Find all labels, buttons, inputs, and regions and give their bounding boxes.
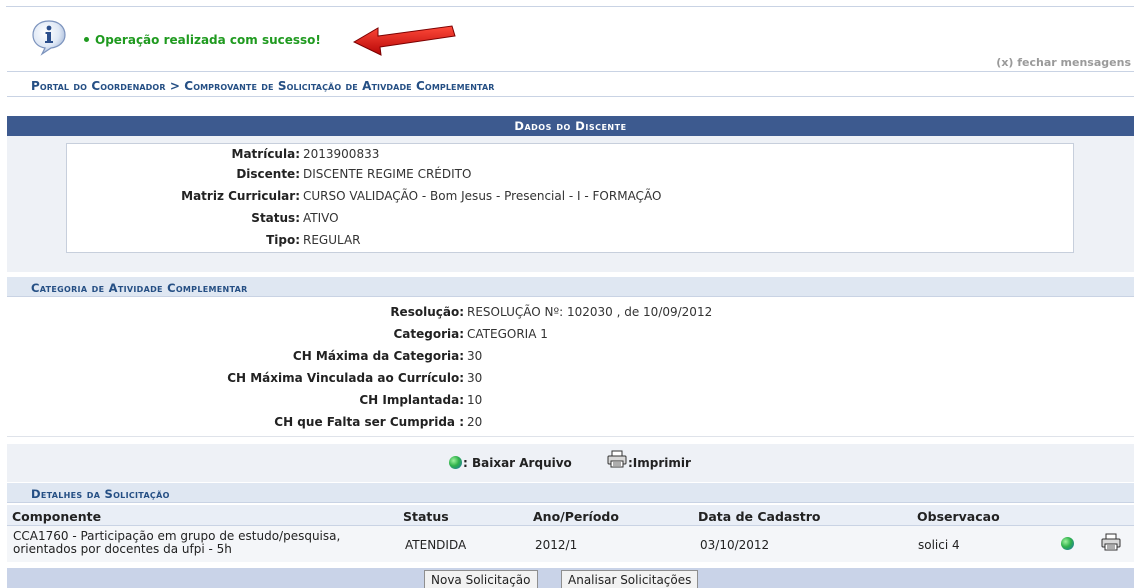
analisar-solicitacoes-button[interactable]: Analisar Solicitações	[561, 570, 699, 588]
table-row: CCA1760 - Participação em grupo de estud…	[7, 526, 1134, 562]
cell-status: ATENDIDA	[405, 538, 467, 552]
field-label: Discente:	[236, 167, 300, 181]
cell-componente-line2: orientados por docentes da ufpi - 5h	[13, 542, 232, 556]
info-icon	[32, 20, 66, 56]
print-row-icon[interactable]	[1100, 533, 1122, 551]
field-label: Matriz Curricular:	[181, 189, 300, 203]
field-categoria: Categoria: CATEGORIA 1	[7, 327, 1134, 343]
field-label: CH que Falta ser Cumprida :	[274, 415, 464, 429]
col-data-cadastro: Data de Cadastro	[698, 509, 821, 524]
field-label: CH Máxima Vinculada ao Currículo:	[227, 371, 464, 385]
discente-info-box: Matrícula: 2013900833 Discente: DISCENTE…	[66, 143, 1074, 253]
field-value: 10	[467, 393, 483, 407]
field-discente: Discente: DISCENTE REGIME CRÉDITO	[67, 167, 1075, 183]
field-value: RESOLUÇÃO Nº: 102030 , de 10/09/2012	[467, 305, 713, 319]
nova-solicitacao-button[interactable]: Nova Solicitação	[424, 570, 538, 588]
field-ch-maxima-vinculada: CH Máxima Vinculada ao Currículo: 30	[7, 371, 1134, 387]
col-observacao: Observacao	[917, 509, 1000, 524]
field-matriz-curricular: Matriz Curricular: CURSO VALIDAÇÃO - Bom…	[67, 189, 1075, 205]
breadcrumb: Portal do Coordenador > Comprovante de S…	[7, 71, 1134, 97]
message-area: Operação realizada com sucesso! (x) fech…	[0, 0, 1134, 70]
cell-componente: CCA1760 - Participação em grupo de estud…	[13, 530, 340, 556]
field-value: CURSO VALIDAÇÃO - Bom Jesus - Presencial…	[303, 189, 662, 203]
field-value: 2013900833	[303, 147, 380, 161]
printer-icon	[607, 450, 627, 468]
success-message-text: Operação realizada com sucesso!	[95, 33, 321, 47]
field-value: DISCENTE REGIME CRÉDITO	[303, 167, 472, 181]
field-ch-implantada: CH Implantada: 10	[7, 393, 1134, 409]
cell-ano-periodo: 2012/1	[535, 538, 578, 552]
legend-download-label: : Baixar Arquivo	[463, 456, 572, 470]
field-value: REGULAR	[303, 233, 361, 247]
field-value: 30	[467, 371, 483, 385]
detalhes-title: Detalhes da Solicitação	[31, 487, 170, 501]
red-arrow-icon	[352, 25, 456, 56]
field-label: Matrícula:	[231, 147, 300, 161]
field-resolucao: Resolução: RESOLUÇÃO Nº: 102030 , de 10/…	[7, 305, 1134, 321]
field-label: Status:	[251, 211, 300, 225]
bullet-icon	[84, 37, 89, 42]
top-divider	[6, 6, 1134, 7]
categoria-header: Categoria de Atividade Complementar	[7, 277, 1134, 297]
field-label: CH Máxima da Categoria:	[292, 349, 464, 363]
dados-discente-header: Dados do Discente	[7, 116, 1134, 136]
field-label: Categoria:	[393, 327, 464, 341]
success-message: Operação realizada com sucesso!	[84, 33, 321, 47]
table-header: Componente Status Ano/Período Data de Ca…	[7, 505, 1134, 526]
legend-print-label: :Imprimir	[628, 456, 691, 470]
field-label: Resolução:	[390, 305, 464, 319]
breadcrumb-text: Portal do Coordenador > Comprovante de S…	[31, 79, 495, 93]
field-ch-falta: CH que Falta ser Cumprida : 20	[7, 415, 1134, 431]
field-value: 30	[467, 349, 483, 363]
field-matricula: Matrícula: 2013900833	[67, 147, 1075, 163]
cell-data-cadastro: 03/10/2012	[700, 538, 770, 552]
download-file-icon[interactable]	[1061, 537, 1074, 550]
field-value: CATEGORIA 1	[467, 327, 548, 341]
detalhes-header: Detalhes da Solicitação	[7, 483, 1134, 503]
field-ch-maxima-categoria: CH Máxima da Categoria: 30	[7, 349, 1134, 365]
field-label: CH Implantada:	[359, 393, 464, 407]
categoria-panel: Resolução: RESOLUÇÃO Nº: 102030 , de 10/…	[7, 297, 1134, 437]
close-messages-link[interactable]: (x) fechar mensagens	[996, 56, 1131, 69]
field-tipo: Tipo: REGULAR	[67, 233, 1075, 249]
col-componente: Componente	[12, 509, 102, 524]
col-status: Status	[403, 509, 449, 524]
col-ano-periodo: Ano/Período	[533, 509, 619, 524]
download-globe-icon	[449, 456, 462, 469]
field-value: 20	[467, 415, 483, 429]
field-value: ATIVO	[303, 211, 339, 225]
cell-observacao: solici 4	[918, 538, 960, 552]
field-label: Tipo:	[266, 233, 300, 247]
categoria-title: Categoria de Atividade Complementar	[31, 281, 248, 295]
field-status: Status: ATIVO	[67, 211, 1075, 227]
